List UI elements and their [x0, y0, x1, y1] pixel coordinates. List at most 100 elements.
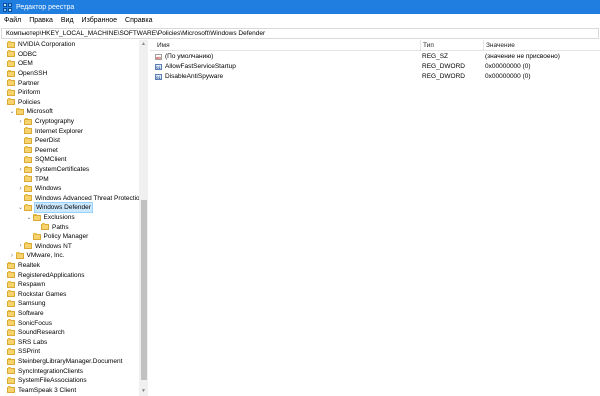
tree-scrollbar[interactable]: ▲ ▼ — [139, 40, 148, 396]
string-value-icon: ab — [155, 54, 162, 60]
tree-item-label: PeerDist — [35, 137, 60, 145]
key-tree: NVIDIA Corporation ODBC OEM OpenSSH Partner P… — [0, 40, 148, 396]
tree-item[interactable]: OEM — [0, 59, 140, 69]
tree-item[interactable]: SoundResearch — [0, 328, 140, 338]
tree-item[interactable]: OpenSSH — [0, 69, 140, 79]
folder-icon — [7, 98, 15, 106]
tree-item-label: Samsung — [18, 300, 46, 308]
value-name-cell: 01 DisableAntiSpyware — [155, 72, 223, 82]
tree-item[interactable]: Policy Manager — [0, 232, 140, 242]
value-name: DisableAntiSpyware — [165, 73, 224, 80]
folder-icon — [24, 175, 32, 183]
tree-item[interactable]: SystemFileAssociations — [0, 376, 140, 386]
tree-item-label: Cryptography — [35, 118, 75, 126]
tree-item[interactable]: SteinbergLibraryManager.Document — [0, 357, 140, 367]
tree-item-label: Windows NT — [35, 242, 72, 250]
tree-item-label: NVIDIA Corporation — [18, 41, 76, 49]
tree-item-label: TeamSpeak 3 Client — [18, 386, 77, 394]
tree-item[interactable]: › SystemCertificates — [0, 165, 140, 175]
menu-file[interactable]: Файл — [0, 14, 25, 27]
tree-item-label: OEM — [18, 60, 33, 68]
tree-item[interactable]: PeerDist — [0, 136, 140, 146]
expand-chevron-icon[interactable]: ⌄ — [17, 203, 24, 212]
value-row[interactable]: 01 AllowFastServiceStartup REG_DWORD 0x0000… — [150, 62, 600, 72]
tree-item[interactable]: ODBC — [0, 50, 140, 60]
tree-item[interactable]: TPM — [0, 174, 140, 184]
tree-item[interactable]: › Windows NT — [0, 242, 140, 252]
tree-item[interactable]: Policies — [0, 98, 140, 108]
collapse-chevron-icon[interactable]: › — [17, 184, 24, 193]
menu-view[interactable]: Вид — [57, 14, 78, 27]
tree-item[interactable]: TeamSpeak 3 Client — [0, 386, 140, 396]
scroll-up-icon[interactable]: ▲ — [139, 40, 148, 49]
tree-item-label: SSPrint — [18, 348, 41, 356]
tree-item-label: SQMClient — [35, 156, 67, 164]
folder-icon — [24, 165, 32, 173]
column-data[interactable]: Значение — [483, 40, 515, 51]
collapse-chevron-icon[interactable]: › — [17, 165, 24, 174]
list-header: Имя Тип Значение — [150, 40, 600, 51]
address-bar[interactable]: Компьютер\HKEY_LOCAL_MACHINE\SOFTWARE\Po… — [1, 28, 599, 39]
tree-item[interactable]: Rockstar Games — [0, 290, 140, 300]
tree-item[interactable]: Samsung — [0, 299, 140, 309]
tree-item-label: Realtek — [18, 262, 41, 270]
tree-item[interactable]: Windows Advanced Threat Protection — [0, 194, 143, 204]
expand-chevron-icon[interactable]: ⌄ — [9, 107, 16, 116]
tree-item-label: Policy Manager — [43, 233, 89, 241]
tree-item[interactable]: SyncIntegrationClients — [0, 366, 140, 376]
tree-item[interactable]: ⌄ Exclusions — [0, 213, 140, 223]
tree-item[interactable]: Paths — [0, 222, 140, 232]
tree-item[interactable]: SQMClient — [0, 155, 140, 165]
folder-icon — [24, 242, 32, 250]
tree-item[interactable]: Peernet — [0, 146, 140, 156]
folder-icon — [7, 338, 15, 346]
tree-item-label: SystemFileAssociations — [18, 377, 87, 385]
tree-item[interactable]: › Windows — [0, 184, 140, 194]
tree-item[interactable]: ⌄ Microsoft — [0, 107, 140, 117]
folder-icon — [7, 376, 15, 384]
value-row[interactable]: 01 DisableAntiSpyware REG_DWORD 0x00000000 … — [150, 72, 600, 82]
folder-icon — [24, 117, 32, 125]
collapse-chevron-icon[interactable]: › — [17, 117, 24, 126]
expand-chevron-icon[interactable]: ⌄ — [26, 213, 33, 222]
scroll-thumb[interactable] — [140, 200, 147, 380]
folder-icon — [24, 203, 32, 211]
folder-icon — [7, 357, 15, 365]
collapse-chevron-icon[interactable]: › — [17, 242, 24, 251]
column-name[interactable]: Имя — [154, 40, 170, 51]
tree-item[interactable]: NVIDIA Corporation — [0, 40, 140, 50]
column-type[interactable]: Тип — [420, 40, 434, 51]
value-data: (значение не присвоено) — [485, 53, 560, 60]
tree-item[interactable]: › VMware, Inc. — [0, 251, 140, 261]
tree-item[interactable]: SRS Labs — [0, 338, 140, 348]
tree-item[interactable]: Piriform — [0, 88, 140, 98]
tree-item[interactable]: Partner — [0, 78, 140, 88]
tree-item[interactable]: Software — [0, 309, 140, 319]
tree-item[interactable]: SonicFocus — [0, 318, 140, 328]
tree-item[interactable]: RegisteredApplications — [0, 270, 140, 280]
menu-help[interactable]: Справка — [121, 14, 156, 27]
tree-item[interactable]: Respawn — [0, 280, 140, 290]
tree-item[interactable]: ⌄ Windows Defender — [0, 202, 140, 214]
tree-item-label: SRS Labs — [18, 338, 48, 346]
tree-item[interactable]: SSPrint — [0, 347, 140, 357]
scroll-down-icon[interactable]: ▼ — [139, 387, 148, 396]
tree-item[interactable]: Internet Explorer — [0, 126, 140, 136]
tree-item[interactable]: › Cryptography — [0, 117, 140, 127]
value-row[interactable]: ab (По умолчанию) REG_SZ (значение не присв… — [150, 52, 600, 62]
collapse-chevron-icon[interactable]: › — [9, 251, 16, 260]
menu-edit[interactable]: Правка — [25, 14, 57, 27]
values-list: Имя Тип Значение ab (По умолчанию) REG_SZ (… — [150, 40, 600, 396]
folder-icon — [7, 367, 15, 375]
menu-favorites[interactable]: Избранное — [78, 14, 121, 27]
tree-item[interactable]: Realtek — [0, 261, 140, 271]
